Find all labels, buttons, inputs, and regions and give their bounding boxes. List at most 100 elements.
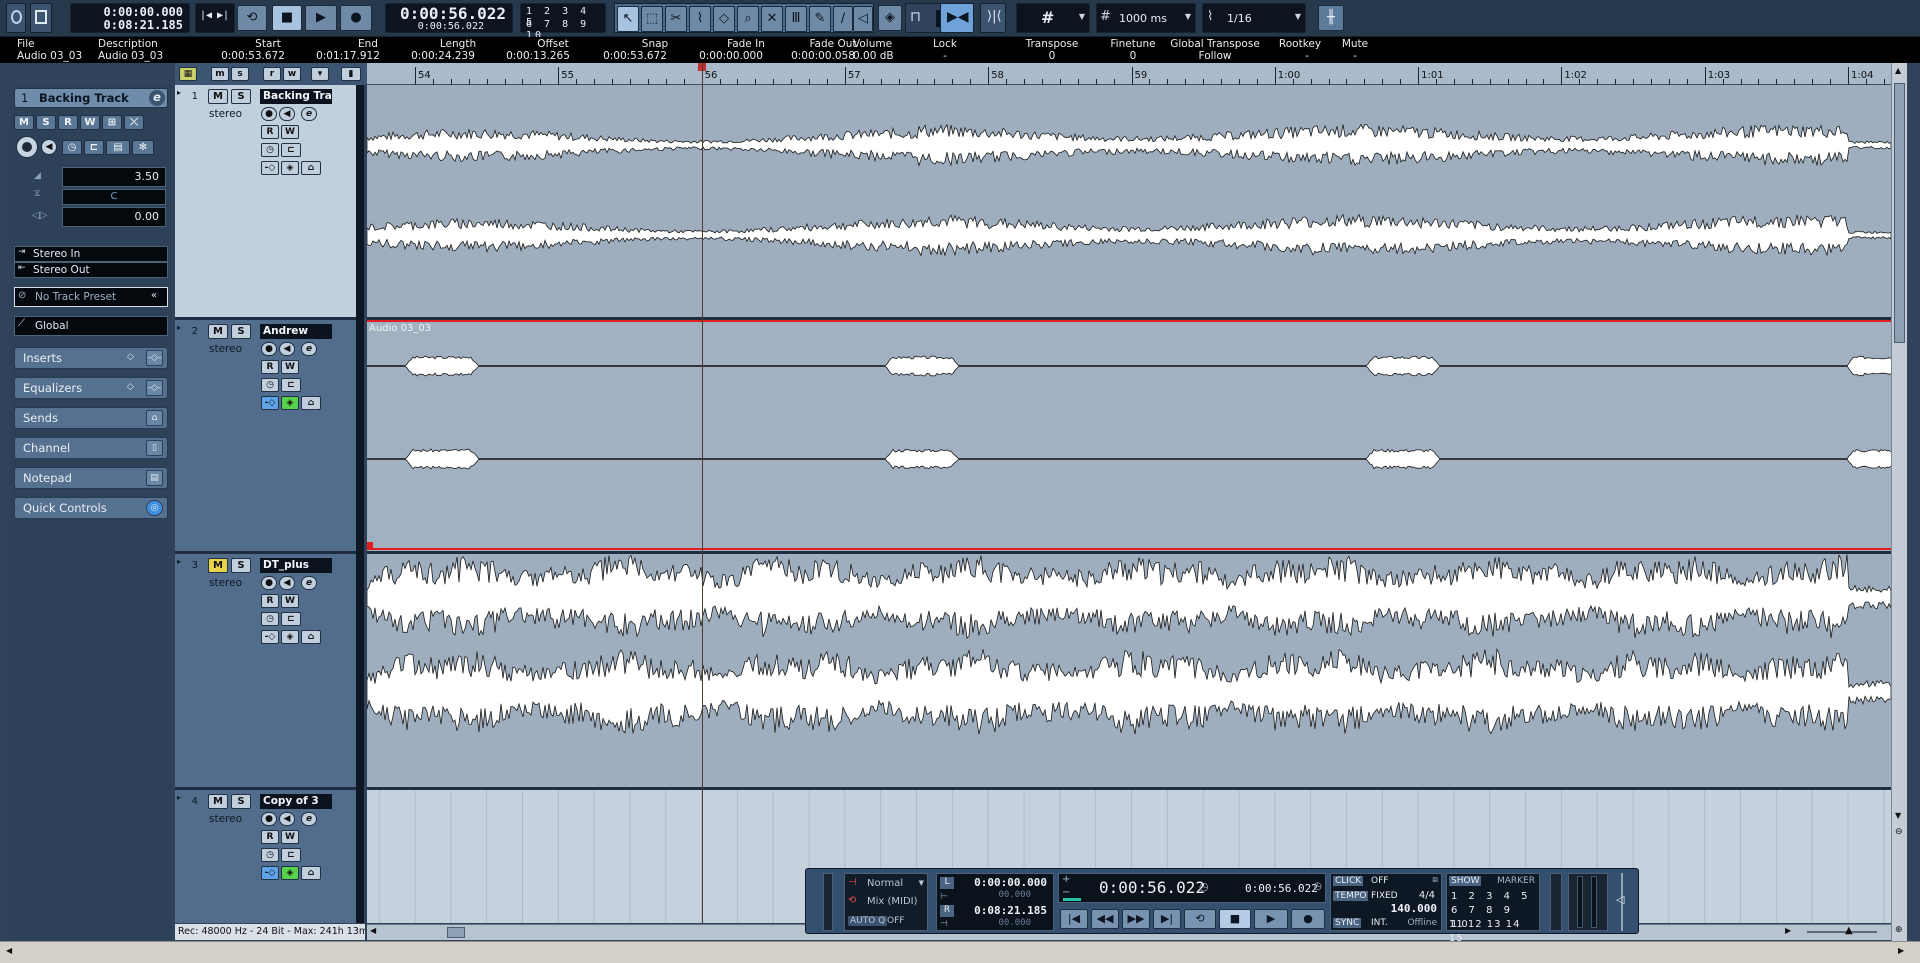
horizontal-scroll-thumb[interactable]: [447, 927, 465, 938]
audio-event-waveform[interactable]: [367, 554, 1891, 787]
track-lane-1[interactable]: [367, 85, 1891, 320]
bypass-sends-button[interactable]: ⌂: [301, 866, 321, 880]
autoscroll-button[interactable]: ▶◀: [940, 3, 974, 33]
section-quick-controls[interactable]: Quick Controls ◎: [14, 497, 168, 519]
track-row[interactable]: ▸ 3 M S DT_plus stereo ● ◀ e R W ◷ ⊏ -◇ …: [175, 554, 364, 790]
eq-icon[interactable]: -◇-: [146, 380, 163, 396]
info-lock[interactable]: Lock -: [930, 38, 960, 62]
scroll-left-icon[interactable]: ◀: [370, 926, 376, 935]
track-list-divider[interactable]: [356, 85, 364, 923]
zoom-tool[interactable]: ⌕: [737, 6, 759, 32]
info-description[interactable]: Description Audio 03_03: [98, 38, 163, 62]
slider-thumb-icon[interactable]: ◁: [1616, 893, 1624, 906]
go-to-start-button[interactable]: |◀: [1060, 909, 1088, 929]
scroll-right-icon[interactable]: ▶: [1898, 946, 1904, 955]
track-read-button[interactable]: R: [261, 360, 279, 374]
marker-row-3[interactable]: 11 12 13 14 15: [1449, 918, 1539, 946]
mute-tool[interactable]: ✕: [761, 6, 783, 32]
draw-tool[interactable]: ✎: [809, 6, 831, 32]
track-mute-button[interactable]: M: [208, 794, 228, 809]
track-write-button[interactable]: W: [281, 830, 299, 844]
output-routing[interactable]: Stereo Out: [14, 262, 168, 278]
track-list-menu[interactable]: ▾: [311, 67, 329, 81]
bypass-sends-button[interactable]: ⌂: [301, 396, 321, 410]
record-enable-button[interactable]: [16, 136, 38, 158]
track-name[interactable]: Andrew: [260, 324, 332, 339]
show-lanes-m-button[interactable]: m: [211, 67, 229, 81]
slot-icon[interactable]: -◇-: [146, 350, 163, 366]
edit-channel-button[interactable]: e: [301, 812, 317, 826]
inspector-grid-button[interactable]: ⊞: [102, 115, 122, 130]
scroll-up-icon[interactable]: ▲: [1895, 66, 1901, 75]
record-mode-value[interactable]: Normal: [867, 878, 903, 889]
glue-tool[interactable]: ⌇: [689, 6, 711, 32]
scroll-lock-button[interactable]: ▮: [341, 67, 361, 81]
edit-channel-button[interactable]: e: [301, 107, 317, 121]
nudge-plus-icon[interactable]: +: [1062, 874, 1070, 885]
info-file[interactable]: File Audio 03_03: [17, 38, 82, 62]
cycle-button[interactable]: ⟲: [237, 5, 267, 31]
timebase-button[interactable]: ◷: [261, 143, 279, 157]
snap-type-select[interactable]: # ▼: [1016, 3, 1090, 33]
track-mute-button[interactable]: M: [208, 89, 228, 104]
track-read-button[interactable]: R: [261, 830, 279, 844]
double-chevron-icon[interactable]: «: [151, 290, 157, 301]
track-solo-button[interactable]: S: [231, 324, 251, 339]
vertical-scrollbar[interactable]: ▲ ▼ ⊖ ⊕: [1891, 63, 1907, 943]
show-lanes-s-button[interactable]: s: [231, 67, 249, 81]
input-routing[interactable]: Stereo In: [14, 246, 168, 262]
bypass-eq-button[interactable]: ◈: [281, 630, 299, 644]
track-lane-2[interactable]: Audio 03_03: [367, 320, 1891, 554]
timebase-button[interactable]: ◷: [261, 848, 279, 862]
bypass-inserts-button[interactable]: -◇: [261, 630, 279, 644]
track-write-button[interactable]: W: [281, 125, 299, 139]
erase-tool[interactable]: ◇: [713, 6, 735, 32]
knob-icon[interactable]: ◎: [146, 500, 163, 516]
lane-button[interactable]: ⊏: [281, 848, 301, 862]
sends-icon[interactable]: ⌂: [146, 410, 163, 426]
track-preset-field[interactable]: No Track Preset: [14, 287, 168, 307]
bypass-sends-button[interactable]: ⌂: [301, 630, 321, 644]
punch-out-icon[interactable]: ⊣: [940, 919, 948, 929]
split-tool[interactable]: ✂: [665, 6, 687, 32]
inspector-write-button[interactable]: W: [80, 115, 100, 130]
scroll-right-icon[interactable]: ▶: [1785, 926, 1791, 935]
vertical-scroll-thumb[interactable]: [1894, 83, 1905, 343]
timebase-button[interactable]: ◷: [261, 612, 279, 626]
lane-button[interactable]: ⊏: [281, 378, 301, 392]
volume-field[interactable]: 3.50: [62, 167, 166, 187]
track-row[interactable]: ▸ 4 M S Copy of 3 stereo ● ◀ e R W ◷ ⊏ -…: [175, 790, 364, 923]
bypass-eq-button[interactable]: ◈: [281, 161, 299, 175]
marker-row-1[interactable]: 1 2 3 4 5: [1451, 890, 1532, 904]
cycle-mode-value[interactable]: Mix (MIDI): [867, 896, 918, 907]
timebase-button[interactable]: ◷: [62, 140, 82, 155]
info-transpose[interactable]: Transpose 0: [1022, 38, 1082, 62]
track-list-tab[interactable]: ▦: [179, 67, 197, 81]
bypass-sends-button[interactable]: ⌂: [301, 161, 321, 175]
audio-event-waveform[interactable]: [367, 320, 1891, 550]
settings-button[interactable]: ✻: [132, 140, 154, 155]
right-locator-icon[interactable]: R: [940, 905, 954, 917]
output-level-slider[interactable]: ◁: [1614, 873, 1630, 931]
track-row[interactable]: ▸ 1 M S Backing Tra stereo ● ◀ e R W ◷ ⊏…: [175, 85, 364, 320]
activate-project-button[interactable]: [6, 3, 26, 33]
info-snap[interactable]: Snap 0:00:53.672: [590, 38, 680, 62]
time-format-icon-2[interactable]: ◷: [1313, 881, 1322, 892]
info-global-transpose[interactable]: Global Transpose Follow: [1170, 38, 1260, 62]
lanes-button[interactable]: ⊏: [84, 140, 104, 155]
track-lane-3[interactable]: [367, 554, 1891, 790]
freeze-button[interactable]: ▤: [106, 140, 130, 155]
auto-quantize-value[interactable]: OFF: [887, 916, 904, 926]
bypass-inserts-button[interactable]: -◇: [261, 396, 279, 410]
play-tool[interactable]: ◁: [853, 6, 873, 32]
window-bottom-scrollbar[interactable]: ◀ ▶: [0, 941, 1920, 963]
left-locator-icon[interactable]: L: [940, 877, 954, 889]
time-display[interactable]: 0:00:00.000 0:08:21.185: [70, 3, 190, 33]
right-locator-time[interactable]: 0:08:21.185: [974, 904, 1047, 917]
quantize-fraction-select[interactable]: ⌇ 1/16 ▼: [1202, 3, 1306, 33]
record-enable-button[interactable]: ●: [261, 576, 277, 590]
zoom-in-icon[interactable]: ⊕: [1895, 925, 1903, 935]
edit-channel-button[interactable]: e: [301, 576, 317, 590]
fader-icon[interactable]: ▯: [146, 440, 163, 456]
punch-in-icon[interactable]: ⊢: [940, 892, 948, 902]
